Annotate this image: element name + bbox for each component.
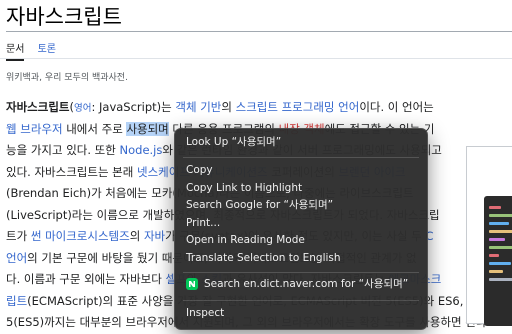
code-screenshot <box>484 196 512 326</box>
page-title: 자바스크립트 <box>6 5 122 29</box>
article-link[interactable]: 립트 <box>6 294 27 308</box>
page-tabs: 문서 토론 <box>6 38 66 61</box>
menu-separator <box>183 300 419 301</box>
article-text: 내에서 주로 <box>62 121 127 136</box>
code-line <box>489 278 512 281</box>
article-text: : JavaScript)는 <box>91 100 176 114</box>
code-line <box>489 230 512 233</box>
article-text: 자바스크립트 <box>6 100 70 114</box>
article-line: 자바스크립트(영어: JavaScript)는 객체 기반의 스크립트 프로그래… <box>6 97 512 119</box>
code-line <box>489 238 505 241</box>
menu-item-inspect[interactable]: Inspect <box>186 305 224 321</box>
code-line <box>489 222 509 225</box>
menu-item-look-up[interactable]: Look Up “사용되며” <box>186 134 281 150</box>
code-line <box>489 246 512 249</box>
tab-talk[interactable]: 토론 <box>38 38 56 59</box>
article-link[interactable]: 자바 <box>144 229 165 243</box>
article-link[interactable]: Node.js <box>120 143 163 157</box>
menu-item-copy-link-highlight[interactable]: Copy Link to Highlight <box>186 180 302 196</box>
article-link[interactable]: 언어 <box>6 251 27 265</box>
code-line <box>489 206 501 209</box>
menu-item-search-google[interactable]: Search Google for “사용되며” <box>186 197 333 213</box>
article-link[interactable]: 객체 기반 <box>175 100 221 114</box>
article-text: 이다. 이 언어는 <box>359 100 434 114</box>
code-line <box>489 262 511 265</box>
code-line <box>489 254 499 257</box>
selected-text[interactable]: 사용되며 <box>126 121 169 136</box>
context-menu: Look Up “사용되며” Copy Copy Link to Highlig… <box>174 128 428 330</box>
code-line <box>489 214 512 217</box>
article-text: 능을 가지고 있다. 또한 <box>6 143 120 157</box>
article-text: 의 <box>129 229 144 243</box>
tabs-divider <box>0 58 512 59</box>
menu-item-copy[interactable]: Copy <box>186 162 213 178</box>
article-link[interactable]: 영어 <box>74 103 91 114</box>
naver-dictionary-icon <box>186 278 198 290</box>
menu-item-translate[interactable]: Translate Selection to English <box>186 250 341 266</box>
article-link[interactable]: 웹 브라우저 <box>6 122 63 136</box>
menu-separator <box>183 157 419 158</box>
article-text: 의 <box>221 100 236 114</box>
article-text: 다. 이름과 구문 외에는 자바보다 <box>6 272 166 286</box>
page-tagline: 위키백과, 우리 모두의 백과사전. <box>6 73 128 83</box>
menu-item-print[interactable]: Print... <box>186 215 220 231</box>
article-link[interactable]: 썬 마이크로시스템즈 <box>31 229 130 243</box>
article-link[interactable]: 스크립트 프로그래밍 언어 <box>236 100 360 114</box>
menu-item-naver-search[interactable]: Search en.dict.naver.com for “사용되며” <box>204 276 408 292</box>
article-text: 있다. 자바스크립트는 본래 <box>6 164 138 179</box>
code-line <box>489 270 503 273</box>
title-divider <box>6 31 512 32</box>
menu-item-reading-mode[interactable]: Open in Reading Mode <box>186 232 305 248</box>
menu-separator <box>183 272 419 273</box>
article-text: 트가 <box>6 229 31 243</box>
